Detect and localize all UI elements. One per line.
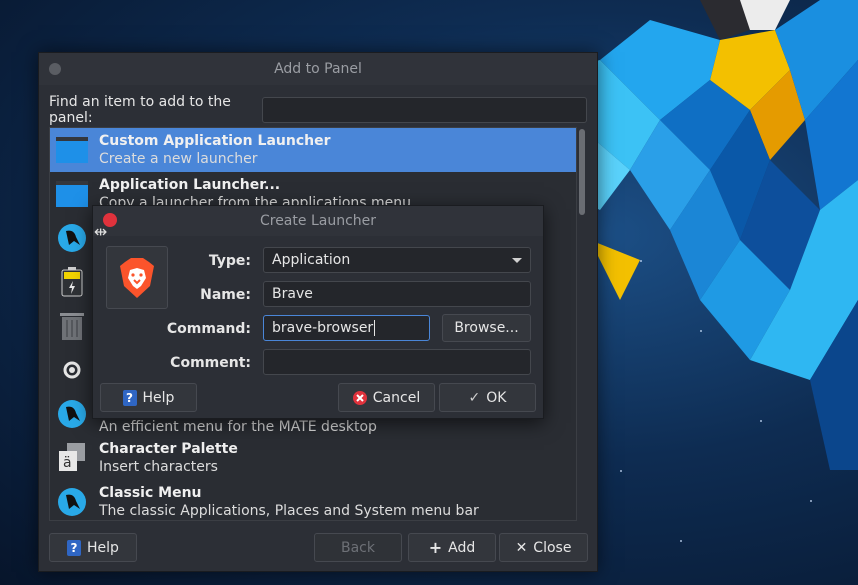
cancel-icon <box>352 390 367 405</box>
battery-icon <box>56 266 88 298</box>
find-input[interactable] <box>262 97 587 123</box>
command-field[interactable]: brave-browser <box>263 315 430 341</box>
help-icon: ? <box>122 389 137 406</box>
add-to-panel-titlebar: Add to Panel <box>39 53 597 85</box>
character-palette-icon: ä <box>56 442 88 474</box>
name-field[interactable]: Brave <box>263 281 531 307</box>
resize-cursor-icon: ⇹ <box>94 222 108 241</box>
penguin-icon <box>56 486 88 518</box>
item-description: Create a new launcher <box>99 151 258 167</box>
launcher-window-icon <box>56 178 88 210</box>
item-title: Custom Application Launcher <box>99 133 331 149</box>
dialog-title: Create Launcher <box>259 213 377 229</box>
create-launcher-dialog: Create Launcher Type: Application Name: … <box>92 205 544 419</box>
comment-label: Comment: <box>170 355 251 371</box>
command-label: Command: <box>166 321 251 337</box>
item-title: Application Launcher... <box>99 177 281 193</box>
name-label: Name: <box>200 287 251 303</box>
back-button[interactable]: Back <box>314 533 402 562</box>
item-description: Insert characters <box>99 459 218 475</box>
list-item[interactable]: Custom Application Launcher Create a new… <box>50 128 576 172</box>
parrot-artwork <box>560 0 858 470</box>
type-value: Application <box>272 252 351 268</box>
list-item[interactable]: Classic Menu The classic Applications, P… <box>50 480 576 520</box>
type-label: Type: <box>208 253 251 269</box>
svg-text:ä: ä <box>63 455 72 471</box>
add-button[interactable]: + Add <box>408 533 496 562</box>
item-description: The classic Applications, Places and Sys… <box>99 503 479 519</box>
help-icon: ? <box>67 539 82 556</box>
close-x-icon: ✕ <box>515 539 528 556</box>
penguin-icon <box>56 398 88 430</box>
window-close-button[interactable] <box>49 63 61 75</box>
plus-icon: + <box>428 538 443 557</box>
trash-icon <box>56 310 88 342</box>
find-label: Find an item to add to the panel: <box>49 94 231 126</box>
help-button[interactable]: ? Help <box>49 533 137 562</box>
close-button[interactable]: ✕ Close <box>499 533 588 562</box>
list-scrollbar[interactable] <box>579 129 585 215</box>
brightness-icon <box>56 354 88 386</box>
browse-button[interactable]: Browse... <box>442 314 531 342</box>
item-description: An efficient menu for the MATE desktop <box>99 419 377 435</box>
checkmark-icon: ✓ <box>468 389 481 406</box>
window-title: Add to Panel <box>274 61 362 77</box>
comment-field[interactable] <box>263 349 531 375</box>
text-cursor <box>374 320 376 336</box>
launcher-window-icon <box>56 134 88 166</box>
chevron-down-icon <box>512 257 522 263</box>
item-title: Classic Menu <box>99 485 202 501</box>
cancel-button[interactable]: Cancel <box>338 383 435 412</box>
type-combobox[interactable]: Application <box>263 247 531 273</box>
item-title: Character Palette <box>99 441 238 457</box>
list-item[interactable]: ä Character Palette Insert characters <box>50 436 576 480</box>
penguin-icon <box>56 222 88 254</box>
dialog-titlebar: Create Launcher <box>93 206 543 236</box>
ok-button[interactable]: ✓ OK <box>439 383 536 412</box>
dialog-help-button[interactable]: ? Help <box>100 383 197 412</box>
